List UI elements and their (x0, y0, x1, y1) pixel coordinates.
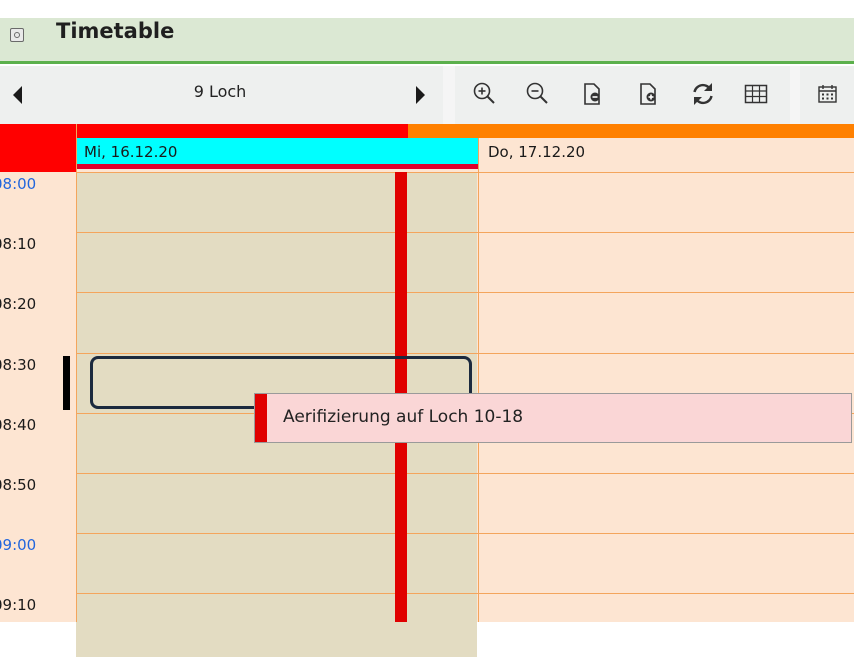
resource-label: 9 Loch (193, 82, 247, 101)
header-future-bar (408, 124, 854, 138)
triangle-left-icon[interactable] (13, 86, 22, 104)
header-corner (0, 124, 76, 172)
grid-line (76, 124, 77, 622)
header-past-bar (76, 124, 408, 138)
window-icon[interactable] (10, 28, 24, 42)
time-label: 08:50 (0, 476, 37, 494)
tooltip-text: Aerifizierung auf Loch 10-18 (283, 407, 524, 427)
time-label: 08:30 (0, 356, 37, 374)
tooltip-color-bar (255, 394, 267, 442)
time-label: 08:10 (0, 235, 37, 253)
grid-icon[interactable] (742, 80, 770, 108)
grid-line (76, 533, 854, 534)
title-bar: Timetable (0, 18, 854, 64)
triangle-right-icon[interactable] (416, 86, 425, 104)
zoom-out-icon[interactable] (524, 80, 552, 108)
day-header-today[interactable]: Mi, 16.12.20 (76, 138, 478, 164)
time-label: 09:10 (0, 596, 37, 614)
window-title: Timetable (56, 19, 175, 43)
timetable-grid[interactable]: Mi, 16.12.20 Do, 17.12.20 08:00 08:10 08… (0, 124, 854, 657)
grid-line (478, 138, 479, 622)
grid-line (76, 353, 854, 354)
grid-line (76, 172, 854, 173)
current-row-marker (63, 356, 70, 410)
grid-line (76, 473, 854, 474)
grid-line (76, 593, 854, 594)
day-header[interactable]: Do, 17.12.20 (478, 138, 854, 169)
appointment-tooltip: Aerifizierung auf Loch 10-18 (254, 393, 852, 443)
zoom-in-icon[interactable] (471, 80, 499, 108)
add-page-icon[interactable] (635, 80, 663, 108)
toolbar-icon-group (455, 66, 790, 124)
time-label: 08:00 (0, 175, 37, 193)
time-label: 08:40 (0, 416, 37, 434)
toolbar-icon-group-2 (800, 66, 854, 124)
day-header-label: Do, 17.12.20 (488, 143, 586, 161)
refresh-icon[interactable] (689, 80, 717, 108)
remove-page-icon[interactable] (579, 80, 607, 108)
time-label: 09:00 (0, 536, 37, 554)
day-header-underline (76, 164, 478, 169)
resource-navigator: 9 Loch (0, 66, 443, 124)
grid-line (76, 292, 854, 293)
time-label: 08:20 (0, 295, 37, 313)
toolbar: 9 Loch (0, 66, 854, 124)
day-header-label: Mi, 16.12.20 (84, 143, 178, 161)
grid-line (76, 232, 854, 233)
calendar-icon[interactable] (814, 80, 842, 108)
